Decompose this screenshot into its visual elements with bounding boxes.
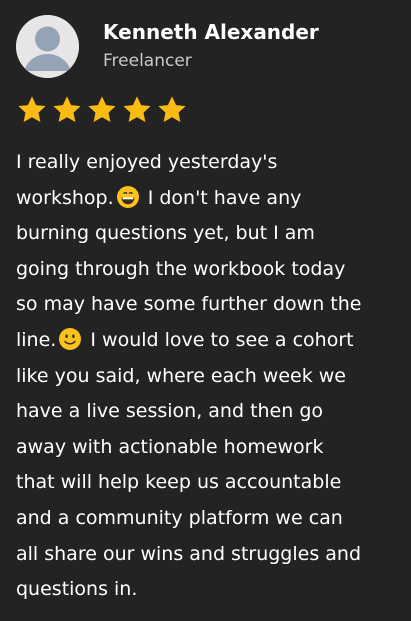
review-line: and a community platform we can [16, 506, 343, 529]
review-line: burning questions yet, but I am [16, 222, 315, 245]
testimonial-card: Kenneth Alexander Freelancer I really en… [0, 0, 411, 621]
review-line-part: workshop. [16, 186, 114, 209]
star-icon [158, 96, 186, 122]
review-line: questions in. [16, 578, 138, 601]
review-line: so may have some further down the [16, 293, 362, 316]
reviewer-title: Freelancer [103, 51, 192, 71]
review-line-part: line. [16, 328, 57, 351]
review-line: workshop. I don't have any [16, 181, 401, 217]
reviewer-name: Kenneth Alexander [103, 20, 319, 44]
star-icon [18, 96, 46, 122]
slightly-smiling-face-emoji-icon [59, 327, 82, 350]
review-line: away with actionable homework [16, 435, 324, 458]
review-line: line. I would love to see a cohort [16, 323, 401, 359]
review-line: have a live session, and then go [16, 400, 324, 423]
review-line-part: I don't have any [141, 186, 302, 209]
rating-stars [16, 94, 188, 126]
star-icon [53, 96, 81, 122]
review-line-part: I would love to see a cohort [84, 328, 354, 351]
review-line: I really enjoyed yesterday's [16, 151, 278, 173]
star-icon [123, 96, 151, 122]
review-line: like you said, where each week we [16, 364, 346, 387]
review-line: that will help keep us accountable [16, 471, 342, 494]
review-text: I really enjoyed yesterday's workshop. I… [16, 145, 401, 608]
review-line: all share our wins and struggles and [16, 542, 362, 565]
star-icon [88, 96, 116, 122]
avatar-placeholder-icon [16, 15, 79, 78]
grinning-face-emoji-icon [116, 185, 139, 208]
review-line: going through the workbook today [16, 257, 346, 280]
